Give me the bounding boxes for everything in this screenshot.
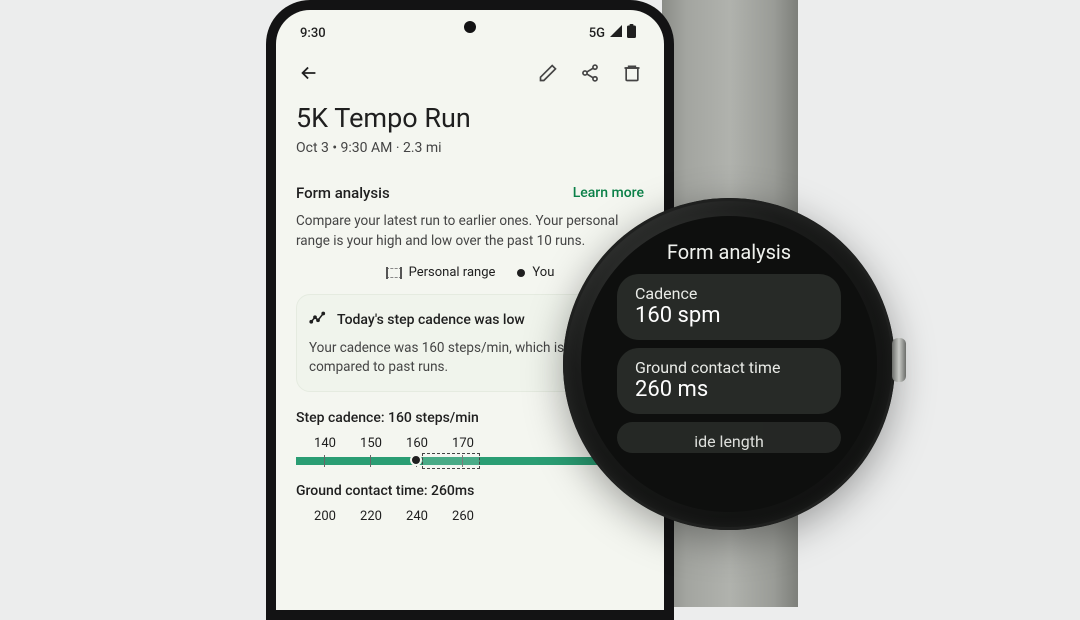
tick: 240 — [404, 509, 430, 524]
tick: 220 — [358, 509, 384, 524]
gct-ticks: 200 220 240 260 — [296, 499, 644, 528]
tick: 170 — [450, 436, 476, 451]
page-subtitle: Oct 3 • 9:30 AM · 2.3 mi — [296, 134, 644, 156]
watch-card-value: 160 spm — [635, 303, 823, 328]
tick: 260 — [450, 509, 476, 524]
learn-more-link[interactable]: Learn more — [573, 185, 644, 201]
status-right: 5G — [589, 24, 636, 42]
range-icon — [386, 268, 402, 278]
tick: 160 — [404, 436, 430, 451]
watch-screen: Form analysis Cadence 160 spm Ground con… — [581, 216, 877, 512]
bar-tick — [324, 455, 325, 467]
tick: 150 — [358, 436, 384, 451]
network-label: 5G — [589, 26, 605, 41]
insight-title: Today's step cadence was low — [337, 312, 525, 328]
watch-card-stride[interactable]: ide length — [617, 422, 841, 453]
watch-card-value: 260 ms — [635, 377, 823, 402]
form-heading: Form analysis — [296, 184, 390, 202]
dot-icon — [517, 269, 525, 277]
bar-tick — [370, 455, 371, 467]
cadence-you-marker — [410, 454, 422, 466]
page-title: 5K Tempo Run — [296, 94, 644, 134]
insight-icon — [309, 309, 327, 331]
watch-title: Form analysis — [667, 240, 791, 274]
edit-button[interactable] — [538, 63, 558, 83]
back-button[interactable] — [298, 62, 320, 84]
legend-personal-range: Personal range — [386, 265, 496, 280]
top-actions — [296, 54, 644, 94]
battery-icon — [627, 24, 636, 42]
status-time: 9:30 — [300, 26, 326, 41]
watch-crown[interactable] — [892, 338, 906, 382]
share-button[interactable] — [580, 63, 600, 83]
form-section-header: Form analysis Learn more — [296, 156, 644, 202]
tick: 200 — [312, 509, 338, 524]
form-description: Compare your latest run to earlier ones.… — [296, 202, 644, 251]
signal-icon — [609, 25, 623, 41]
tick: 140 — [312, 436, 338, 451]
legend-range-label: Personal range — [409, 265, 496, 280]
watch-frame: Form analysis Cadence 160 spm Ground con… — [563, 198, 895, 530]
delete-button[interactable] — [622, 63, 642, 83]
legend-you: You — [517, 265, 554, 280]
watch-card-label: ide length — [635, 432, 823, 451]
watch-card-label: Cadence — [635, 284, 823, 303]
watch-card-gct[interactable]: Ground contact time 260 ms — [617, 348, 841, 414]
gct-title: Ground contact time: 260ms — [296, 465, 644, 499]
watch-card-label: Ground contact time — [635, 358, 823, 377]
legend-you-label: You — [532, 265, 554, 280]
watch-card-cadence[interactable]: Cadence 160 spm — [617, 274, 841, 340]
camera-cutout — [464, 21, 476, 33]
cadence-range-marker — [422, 453, 480, 469]
